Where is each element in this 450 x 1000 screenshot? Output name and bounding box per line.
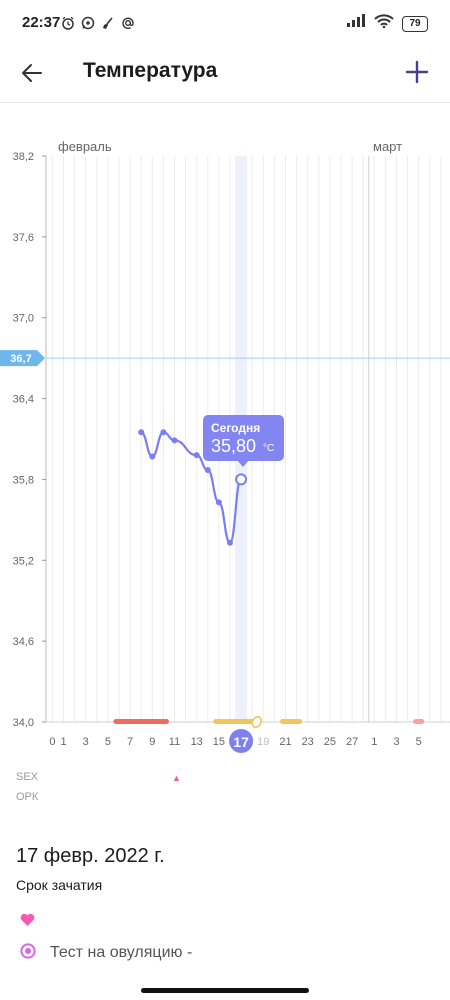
x-tick-label: 23 [302,736,314,748]
y-tick-label: 35,8 [13,474,34,486]
x-tick-label: 0 [49,736,55,748]
coverline-label: 36,7 [10,353,31,365]
x-tick-label: 15 [213,736,225,748]
signal-icon [346,14,366,33]
cycle-status: Срок зачатия [16,877,103,893]
add-button[interactable] [402,57,432,87]
y-tick-label: 38,2 [13,151,34,163]
y-tick-label: 34,6 [13,636,34,648]
home-indicator[interactable] [141,988,309,993]
month-label: март [373,139,402,154]
tooltip-value: 35,80 [211,436,257,456]
x-tick-label-selected: 17 [233,734,249,750]
x-tick-label: 25 [324,736,336,748]
fertile-bar [279,719,303,724]
x-tick-label: 5 [416,736,422,748]
x-tick-label: 1 [371,736,377,748]
sex-row-label: SEX [16,771,39,783]
page-title: Температура [83,59,218,82]
x-tick-label: 3 [83,736,89,748]
x-tick-label: 19 [257,736,269,748]
x-tick-label: 9 [149,736,155,748]
app-bar: Температура [0,46,450,103]
temperature-point [160,429,167,436]
y-tick-label: 36,4 [13,394,34,406]
plus-icon [405,60,429,84]
y-tick-label: 34,0 [13,717,34,729]
ovulation-test-label[interactable]: Тест на овуляцию - [50,944,192,962]
temperature-point [138,429,145,436]
x-tick-label: 1 [60,736,66,748]
whatsapp-icon [80,15,96,31]
tooltip-pointer [237,460,249,467]
temperature-point-today [235,473,248,486]
x-tick-label: 21 [279,736,291,748]
menstruation-bar [113,719,169,724]
y-tick-label: 37,0 [13,313,34,325]
x-tick-label: 3 [393,736,399,748]
x-tick-label: 27 [346,736,358,748]
ovulation-test-icon[interactable] [20,943,36,964]
x-tick-label: 7 [127,736,133,748]
back-button[interactable] [18,58,48,88]
sex-marker: ▲ [172,773,181,783]
arrow-left-icon [22,64,42,82]
temperature-point [215,499,222,506]
broom-icon [100,15,116,31]
battery-icon: 79 [402,15,428,32]
menstruation-next-bar [413,719,425,724]
tooltip-unit: °C [263,443,275,454]
x-tick-label: 11 [169,736,180,748]
y-tick-label: 37,6 [13,232,34,244]
at-sign-icon [120,15,136,31]
temperature-point [227,539,233,546]
alarm-clock-icon [60,15,76,31]
y-tick-label: 35,2 [13,555,34,567]
opk-row-label: ОРК [16,791,39,803]
temperature-point [204,466,211,473]
x-tick-label: 5 [105,736,111,748]
heart-icon[interactable] [20,913,35,932]
month-label: февраль [58,139,112,154]
today-tooltip: Сегодня 35,80 °C [203,415,284,461]
tooltip-label: Сегодня [211,421,261,435]
temperature-point [193,452,200,459]
fertile-bar [213,719,258,724]
status-system-icons: 79 [346,14,428,33]
temperature-point [149,453,156,460]
x-tick-label: 13 [191,736,203,748]
status-bar: 22:37 79 [0,0,450,46]
selected-date: 17 февр. 2022 г. [16,845,165,867]
temperature-point [171,437,178,444]
wifi-icon [374,14,394,33]
status-time: 22:37 [22,14,61,31]
status-notification-icons [60,15,136,31]
